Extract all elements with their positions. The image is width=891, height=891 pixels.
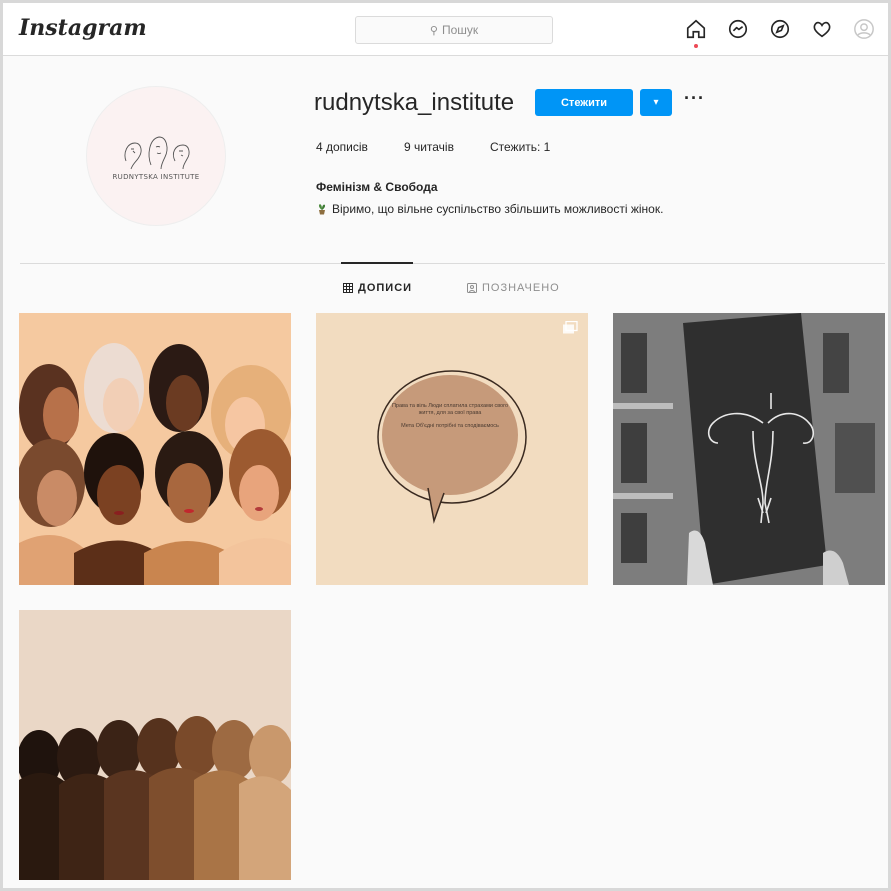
bubble-text: Права та віль Люди сплатила страхами сво… bbox=[388, 403, 512, 436]
tag-icon bbox=[467, 283, 477, 293]
bubble-paragraph: Права та віль Люди сплатила страхами сво… bbox=[391, 403, 509, 416]
search-input[interactable]: ⚲ Пошук bbox=[355, 16, 553, 44]
tab-posts[interactable]: ДОПИСИ bbox=[343, 282, 412, 294]
avatar-brand-text: RUDNYTSKA INSTITUTE bbox=[112, 173, 200, 181]
multiple-images-icon bbox=[563, 321, 578, 334]
explore-icon[interactable] bbox=[768, 17, 792, 41]
profile-icon[interactable] bbox=[852, 17, 876, 41]
avatar-line-art bbox=[124, 136, 190, 170]
bio-description: Віримо, що вільне суспільство збільшить … bbox=[332, 202, 664, 216]
post-image-speech-bubble bbox=[316, 313, 588, 585]
post-thumbnail[interactable] bbox=[19, 313, 291, 585]
heart-icon[interactable] bbox=[810, 17, 834, 41]
post-image-women-silhouettes bbox=[19, 610, 291, 880]
following-count[interactable]: Стежить: 1 bbox=[490, 140, 550, 154]
notification-dot bbox=[694, 44, 698, 48]
post-thumbnail[interactable] bbox=[316, 313, 588, 585]
messenger-icon[interactable] bbox=[726, 17, 750, 41]
instagram-logo[interactable]: Instagram bbox=[19, 15, 147, 41]
home-icon[interactable] bbox=[684, 17, 708, 48]
bubble-paragraph: Мета Об'єдні потрібні та сподіваємось bbox=[401, 423, 499, 429]
top-navigation-bar: Instagram ⚲ Пошук bbox=[3, 3, 888, 56]
profile-avatar[interactable]: RUDNYTSKA INSTITUTE bbox=[86, 86, 226, 226]
bio-name: Фемінізм & Свобода bbox=[316, 180, 438, 194]
active-tab-indicator bbox=[341, 262, 413, 264]
more-options-icon[interactable]: ··· bbox=[684, 88, 705, 109]
tab-tagged-label: ПОЗНАЧЕНО bbox=[482, 282, 560, 294]
posts-count: 4 дописів bbox=[316, 140, 368, 154]
search-icon: ⚲ bbox=[429, 24, 438, 37]
tabs-divider bbox=[20, 263, 885, 264]
post-image-protest-sign bbox=[613, 313, 885, 585]
profile-stats: 4 дописів 9 читачів Стежить: 1 bbox=[316, 140, 550, 154]
search-placeholder: Пошук bbox=[441, 23, 479, 37]
post-image-women-group bbox=[19, 313, 291, 585]
suggested-accounts-button[interactable]: ▾ bbox=[640, 89, 672, 116]
post-thumbnail[interactable] bbox=[19, 610, 291, 880]
tab-tagged[interactable]: ПОЗНАЧЕНО bbox=[467, 282, 560, 294]
follow-button[interactable]: Стежити bbox=[535, 89, 633, 116]
followers-count[interactable]: 9 читачів bbox=[404, 140, 454, 154]
profile-username: rudnytska_institute bbox=[314, 89, 515, 116]
post-thumbnail[interactable] bbox=[613, 313, 885, 585]
chevron-down-icon: ▾ bbox=[653, 97, 659, 108]
nav-icons bbox=[684, 17, 876, 48]
bio-text-row: Віримо, що вільне суспільство збільшить … bbox=[316, 202, 663, 216]
tab-posts-label: ДОПИСИ bbox=[358, 282, 413, 294]
grid-icon bbox=[343, 283, 353, 293]
potted-plant-icon bbox=[318, 204, 326, 215]
